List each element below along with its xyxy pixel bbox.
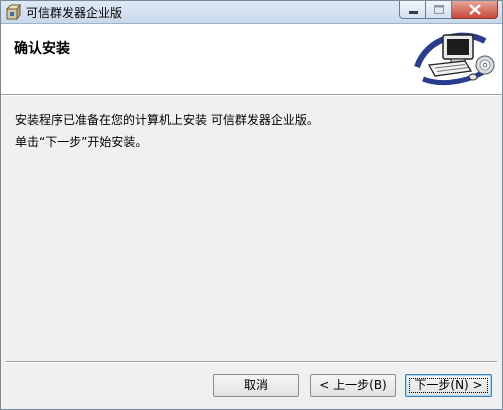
maximize-button[interactable] — [426, 1, 452, 19]
page-heading: 确认安装 — [14, 41, 70, 57]
back-button-label: < 上一步(B) — [319, 378, 387, 392]
close-icon — [469, 4, 481, 15]
installer-box-icon — [5, 3, 21, 21]
header-divider-highlight — [1, 95, 502, 96]
instruction-message: 单击“下一步”开始安装。 — [15, 135, 148, 149]
next-button[interactable]: 下一步(N) > — [405, 374, 492, 397]
ready-message: 安装程序已准备在您的计算机上安装 可信群发器企业版。 — [15, 113, 319, 127]
cancel-button[interactable]: 取消 — [213, 374, 299, 397]
window-title: 可信群发器企业版 — [26, 6, 123, 20]
installer-window: 可信群发器企业版 确认安装 安装程序已准备在您的计算机上安装 可信群发器企业版。… — [0, 0, 503, 410]
minimize-icon — [409, 11, 418, 14]
close-button[interactable] — [452, 1, 498, 19]
cancel-button-label: 取消 — [243, 378, 268, 392]
header-banner: 确认安装 — [1, 24, 502, 95]
next-button-label: 下一步(N) > — [414, 378, 483, 392]
maximize-icon — [434, 5, 444, 14]
computer-with-cd-icon — [413, 27, 497, 91]
back-button[interactable]: < 上一步(B) — [310, 374, 396, 397]
title-bar[interactable]: 可信群发器企业版 — [1, 1, 502, 24]
minimize-button[interactable] — [399, 1, 426, 19]
button-separator — [6, 361, 497, 363]
